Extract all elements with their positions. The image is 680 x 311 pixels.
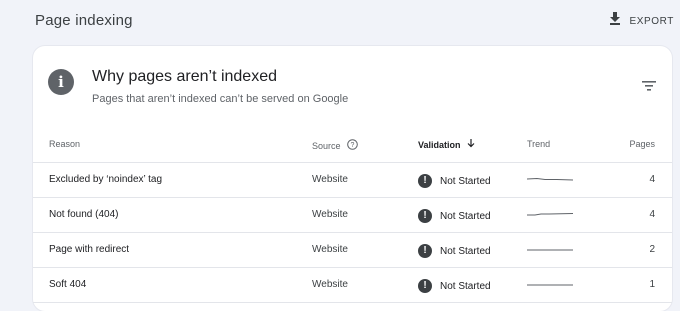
info-icon: i <box>48 69 74 95</box>
row-validation-label: Not Started <box>440 280 491 292</box>
row-validation-label: Not Started <box>440 245 491 257</box>
row-reason: Excluded by ‘noindex’ tag <box>49 174 163 185</box>
row-source: Website <box>312 244 348 255</box>
column-header-validation[interactable]: Validation <box>418 139 475 150</box>
table-row[interactable]: Soft 404 Website ! Not Started 1 <box>33 268 672 303</box>
column-header-source: Source ? <box>312 139 358 152</box>
row-validation: ! Not Started <box>418 244 491 258</box>
row-source: Website <box>312 279 348 290</box>
card-subtitle: Pages that aren’t indexed can’t be serve… <box>92 93 349 105</box>
row-validation: ! Not Started <box>418 174 491 188</box>
row-pages: 1 <box>649 279 655 290</box>
export-label: EXPORT <box>629 15 674 27</box>
trend-sparkline <box>526 172 574 193</box>
trend-sparkline <box>527 207 574 228</box>
row-validation-label: Not Started <box>440 210 491 222</box>
row-source: Website <box>312 209 348 220</box>
download-icon <box>609 12 621 30</box>
exclamation-icon: ! <box>418 209 432 223</box>
row-validation-label: Not Started <box>440 175 491 187</box>
row-pages: 4 <box>649 209 655 220</box>
column-header-reason: Reason <box>49 139 81 149</box>
exclamation-icon: ! <box>418 174 432 188</box>
row-validation: ! Not Started <box>418 209 491 223</box>
top-bar: Page indexing EXPORT <box>0 0 680 44</box>
sort-arrow-down-icon <box>467 139 475 150</box>
column-header-pages: Pages <box>629 139 655 149</box>
trend-sparkline <box>527 242 573 263</box>
row-pages: 2 <box>649 244 655 255</box>
row-validation: ! Not Started <box>418 279 491 293</box>
column-header-validation-label: Validation <box>418 139 461 150</box>
column-header-source-label: Source <box>312 140 341 151</box>
row-pages: 4 <box>649 174 655 185</box>
table-row[interactable]: Page with redirect Website ! Not Started… <box>33 233 672 268</box>
exclamation-icon: ! <box>418 279 432 293</box>
filter-icon[interactable] <box>642 78 656 96</box>
row-reason: Soft 404 <box>49 279 87 290</box>
column-header-trend: Trend <box>527 139 551 149</box>
not-indexed-card: i Why pages aren’t indexed Pages that ar… <box>33 46 672 311</box>
table-row[interactable]: Not found (404) Website ! Not Started 4 <box>33 198 672 233</box>
card-title: Why pages aren’t indexed <box>92 68 277 85</box>
trend-sparkline <box>527 277 573 298</box>
row-reason: Not found (404) <box>49 209 119 220</box>
table-row[interactable]: Excluded by ‘noindex’ tag Website ! Not … <box>33 163 672 198</box>
export-button[interactable]: EXPORT <box>609 12 674 30</box>
exclamation-icon: ! <box>418 244 432 258</box>
table-header: Reason Source ? Validation Trend Pages <box>33 128 672 163</box>
page-title: Page indexing <box>35 12 133 29</box>
help-icon[interactable]: ? <box>346 139 358 152</box>
row-reason: Page with redirect <box>49 244 130 255</box>
svg-text:?: ? <box>350 142 354 149</box>
row-source: Website <box>312 174 348 185</box>
